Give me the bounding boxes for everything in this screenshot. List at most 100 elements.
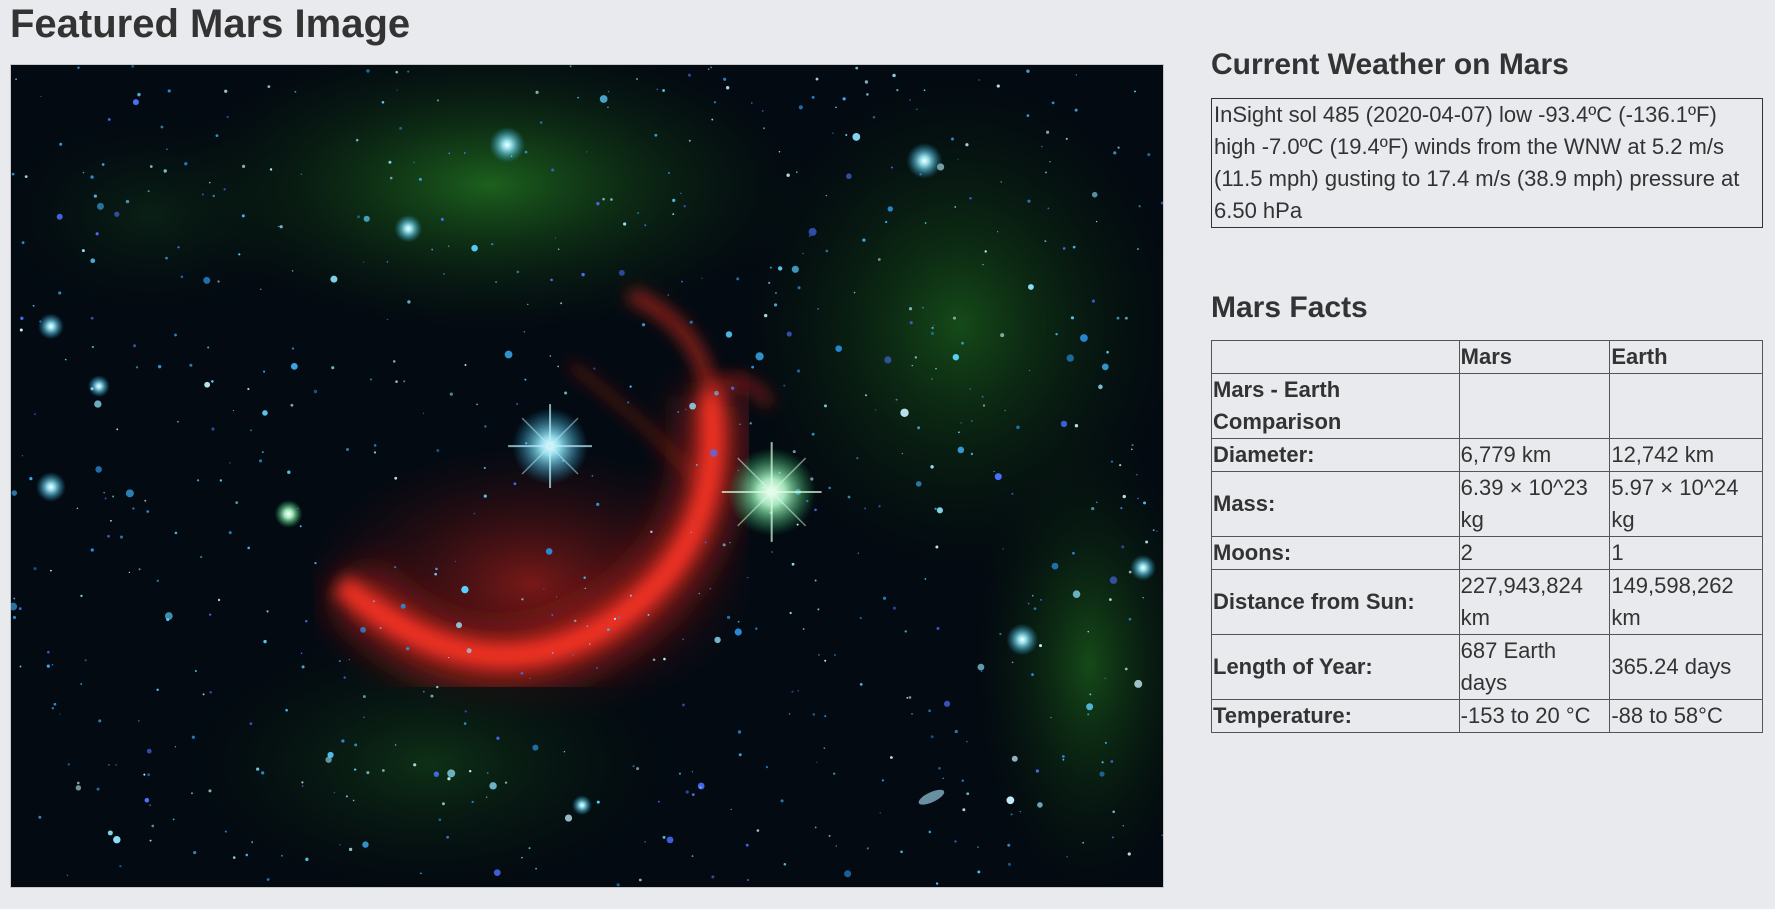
star [107,118,111,121]
star [174,531,178,535]
star [539,121,543,124]
star [1066,354,1074,362]
star [572,654,575,656]
table-row: Moons: 2 1 [1211,536,1763,570]
star [483,494,487,498]
star [930,331,935,336]
star [504,350,513,359]
star [551,168,555,172]
row-label: Temperature: [1211,699,1460,733]
star [917,426,921,430]
star [797,286,801,290]
star [527,303,529,306]
star [76,507,79,510]
star [19,328,23,332]
star [528,847,531,850]
star [747,576,749,579]
star [456,622,463,629]
star [978,79,980,81]
star [796,369,801,373]
star [147,190,150,193]
star [305,857,309,862]
star [846,173,852,180]
star [786,331,792,337]
star [583,576,587,579]
star [149,804,151,806]
star [434,572,437,576]
star [489,782,497,790]
star [656,88,659,91]
star [847,495,851,499]
star [266,878,270,881]
star [935,545,939,549]
star [791,265,799,273]
star [1011,492,1014,495]
star [557,365,559,368]
star [769,266,772,269]
star [366,771,370,775]
star [224,89,228,93]
star [877,258,881,261]
star [584,587,587,590]
star [104,497,107,500]
star [931,378,933,380]
star [113,836,121,844]
star [219,479,223,482]
star [798,105,803,110]
star [513,482,517,486]
star [981,395,984,398]
star [551,651,554,654]
star [857,552,860,555]
star [137,92,141,97]
star [75,785,82,791]
star [495,280,498,283]
star [577,96,580,99]
star [1070,316,1075,320]
mars-value: 6,779 km [1458,438,1611,472]
star [710,66,713,69]
star [1028,369,1031,372]
star [550,278,553,282]
star [476,403,478,406]
star [599,95,608,103]
star [957,446,965,454]
nebula-image-icon [11,65,1163,887]
star [466,648,472,654]
star [1061,755,1065,758]
earth-value: 149,598,262 km [1609,569,1763,635]
star [704,541,707,544]
star [1000,333,1005,338]
star [737,620,740,623]
star [50,569,52,572]
table-row: Length of Year: 687 Earth days 365.24 da… [1211,634,1763,700]
star [114,211,120,217]
star [53,702,57,706]
star [203,276,211,284]
star [814,579,817,582]
star [157,364,162,369]
star [859,682,863,686]
star [90,548,94,552]
star [662,89,665,92]
star [119,535,124,539]
star [996,231,999,233]
star [647,613,650,616]
star [362,695,366,698]
star [193,850,197,855]
star [1091,507,1095,511]
star [266,610,269,613]
star [407,300,411,304]
star [701,277,703,279]
star [824,715,827,718]
star [900,408,909,417]
star [797,690,799,692]
star [650,530,653,534]
star [815,77,819,81]
star [814,826,817,829]
star [1007,862,1011,866]
star [607,90,610,93]
star [149,165,153,168]
weather-title: Current Weather on Mars [1211,48,1569,81]
star [1037,802,1043,808]
star [879,812,881,814]
